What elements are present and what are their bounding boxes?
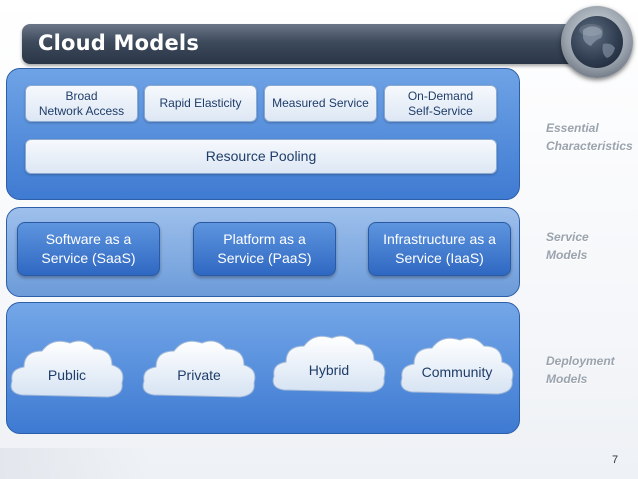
on-demand-self-service-label: On-Demand Self-Service bbox=[407, 88, 474, 118]
title-bar: Cloud Models bbox=[22, 24, 582, 64]
deployment-models-label: Deployment Models bbox=[546, 352, 615, 388]
slide-title: Cloud Models bbox=[38, 31, 200, 55]
resource-pooling-box: Resource Pooling bbox=[25, 139, 497, 174]
rapid-elasticity-label: Rapid Elasticity bbox=[159, 96, 242, 110]
page-number: 7 bbox=[612, 454, 619, 466]
community-label: Community bbox=[421, 364, 493, 380]
hybrid-cloud: Hybrid bbox=[270, 330, 388, 398]
private-label: Private bbox=[177, 367, 221, 383]
essential-label-line1: Essential bbox=[546, 121, 599, 135]
paas-box: Platform as a Service (PaaS) bbox=[193, 222, 336, 276]
private-cloud: Private bbox=[140, 335, 258, 403]
on-demand-self-service-box: On-Demand Self-Service bbox=[384, 85, 497, 122]
measured-service-box: Measured Service bbox=[264, 85, 377, 122]
resource-pooling-label: Resource Pooling bbox=[205, 148, 317, 164]
broad-network-access-label: Broad Network Access bbox=[38, 88, 125, 118]
service-models-label: Service Models bbox=[546, 228, 589, 264]
hybrid-label: Hybrid bbox=[308, 362, 350, 378]
service-label-line2: Models bbox=[546, 248, 588, 262]
iaas-box: Infrastructure as a Service (IaaS) bbox=[368, 222, 511, 276]
paas-label: Platform as a Service (PaaS) bbox=[217, 231, 312, 266]
saas-label: Software as a Service (SaaS) bbox=[41, 231, 136, 266]
service-label-line1: Service bbox=[546, 230, 589, 244]
footer-decoration bbox=[0, 448, 150, 479]
globe-icon bbox=[561, 6, 633, 78]
deployment-label-line1: Deployment bbox=[546, 354, 615, 368]
essential-characteristics-label: Essential Characteristics bbox=[546, 119, 633, 155]
iaas-label: Infrastructure as a Service (IaaS) bbox=[383, 231, 496, 266]
rapid-elasticity-box: Rapid Elasticity bbox=[144, 85, 257, 122]
measured-service-label: Measured Service bbox=[272, 96, 369, 110]
public-cloud: Public bbox=[8, 335, 126, 403]
saas-box: Software as a Service (SaaS) bbox=[17, 222, 160, 276]
deployment-label-line2: Models bbox=[546, 372, 588, 386]
broad-network-access-box: Broad Network Access bbox=[25, 85, 138, 122]
essential-label-line2: Characteristics bbox=[546, 139, 633, 153]
community-cloud: Community bbox=[398, 332, 516, 400]
public-label: Public bbox=[47, 367, 87, 383]
